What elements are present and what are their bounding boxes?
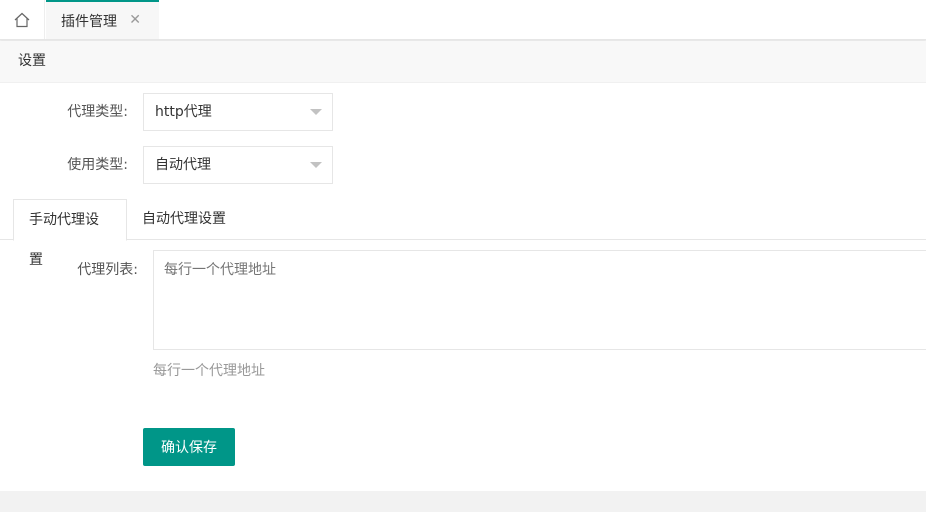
tab-label: 插件管理: [61, 13, 117, 30]
proxy-list-hint: 每行一个代理地址: [153, 363, 265, 379]
chevron-down-icon: [310, 162, 322, 168]
use-type-select[interactable]: 自动代理: [143, 146, 333, 184]
proxy-list-label: 代理列表:: [77, 262, 138, 278]
settings-card: 设置 代理类型: http代理 使用类型: 自动代理 手动代理设置 自动代理设置…: [0, 41, 926, 491]
use-type-value: 自动代理: [155, 157, 211, 173]
tab-auto-proxy[interactable]: 自动代理设置: [127, 199, 241, 240]
save-button[interactable]: 确认保存: [143, 428, 235, 466]
chevron-down-icon: [310, 109, 322, 115]
proxy-type-select[interactable]: http代理: [143, 93, 333, 131]
tab-plugin-management[interactable]: 插件管理 ✕: [46, 0, 159, 39]
settings-tabs: 手动代理设置 自动代理设置: [0, 199, 926, 268]
proxy-type-label: 代理类型:: [67, 104, 128, 120]
use-type-label: 使用类型:: [67, 157, 128, 173]
top-tab-bar: 插件管理 ✕: [0, 0, 926, 40]
close-icon[interactable]: ✕: [129, 12, 141, 28]
tab-manual-proxy[interactable]: 手动代理设置: [13, 199, 127, 268]
proxy-list-textarea[interactable]: [153, 250, 926, 350]
proxy-type-value: http代理: [155, 104, 212, 120]
card-title: 设置: [0, 41, 926, 83]
home-tab[interactable]: [0, 0, 45, 39]
home-icon: [14, 12, 30, 27]
